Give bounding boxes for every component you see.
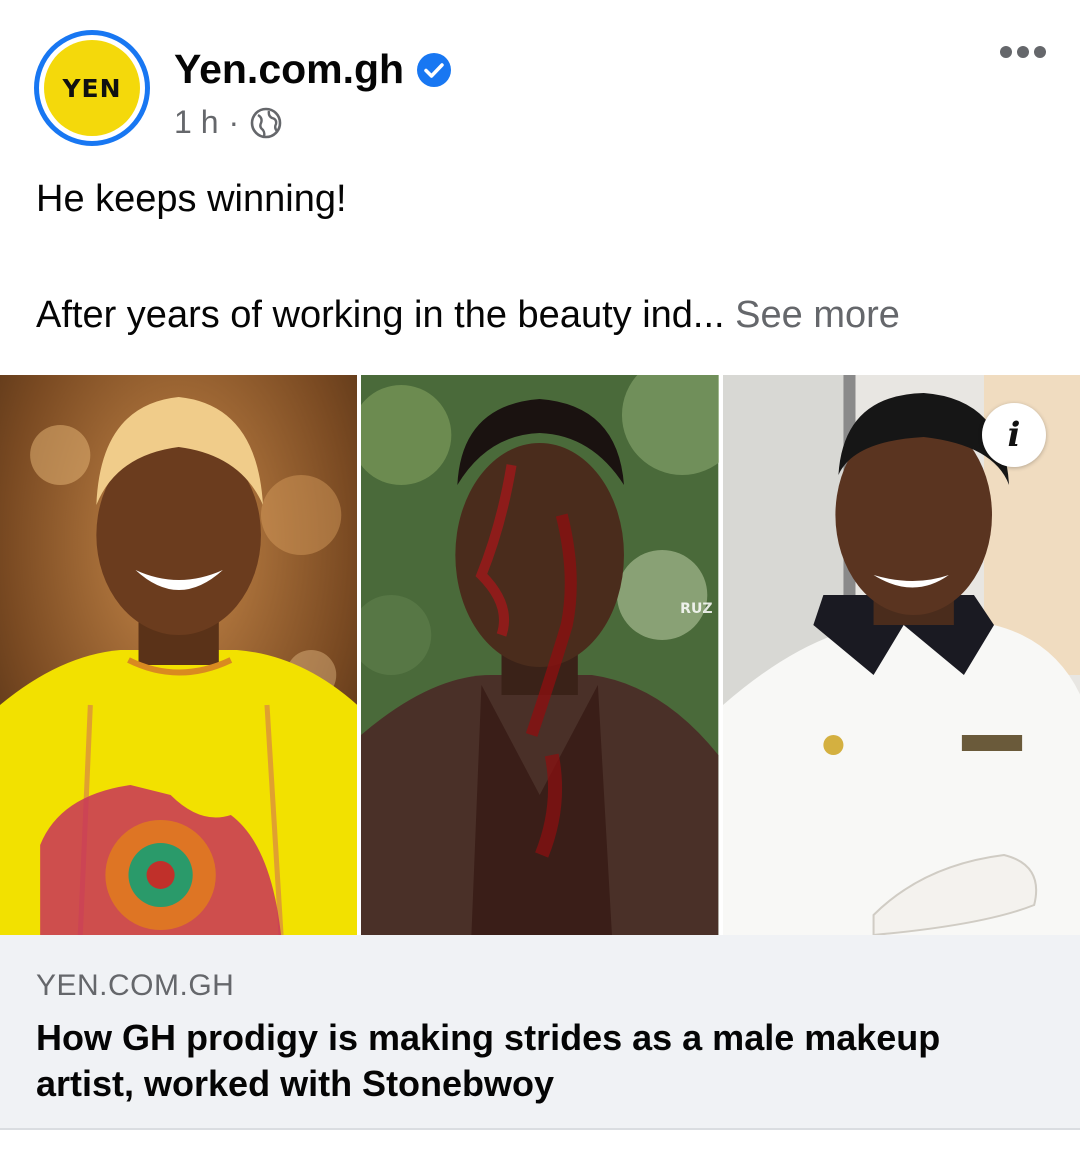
page-avatar[interactable]: YEN [34, 30, 150, 146]
post-media[interactable]: RUZ [0, 375, 1080, 935]
photo-1-image [0, 375, 358, 935]
post-text-excerpt: After years of working in the beauty ind… [36, 294, 725, 336]
photo-2-image: RUZ [361, 375, 719, 935]
link-title: How GH prodigy is making strides as a ma… [36, 1017, 941, 1104]
post-meta: 1 h · [174, 104, 283, 141]
post-header: YEN Yen.com.gh 1 h · [0, 0, 1080, 160]
post-text-body: After years of working in the beauty ind… [36, 294, 900, 337]
photo-injured-man[interactable]: RUZ [361, 375, 719, 935]
meta-separator: · [228, 104, 240, 140]
more-dot [1017, 46, 1029, 58]
link-preview-card[interactable]: YEN.COM.GH How GH prodigy is making stri… [0, 935, 1080, 1130]
page-name-link[interactable]: Yen.com.gh [174, 46, 404, 93]
more-dot [1000, 46, 1012, 58]
photo-yellow-shirt-man[interactable] [0, 375, 358, 935]
photo-watermark: RUZ [681, 601, 713, 617]
info-icon[interactable]: i [982, 403, 1046, 467]
post-timestamp[interactable]: 1 h [174, 104, 218, 141]
more-options-icon[interactable] [1000, 46, 1046, 58]
more-dot [1034, 46, 1046, 58]
link-domain: YEN.COM.GH [36, 969, 235, 1002]
see-more-link[interactable]: See more [735, 294, 900, 336]
globe-icon[interactable] [249, 106, 283, 140]
post-text-headline: He keeps winning! [36, 178, 347, 220]
verified-badge-icon [417, 52, 452, 87]
page-name-row: Yen.com.gh [174, 46, 452, 93]
avatar-logo: YEN [44, 40, 140, 136]
